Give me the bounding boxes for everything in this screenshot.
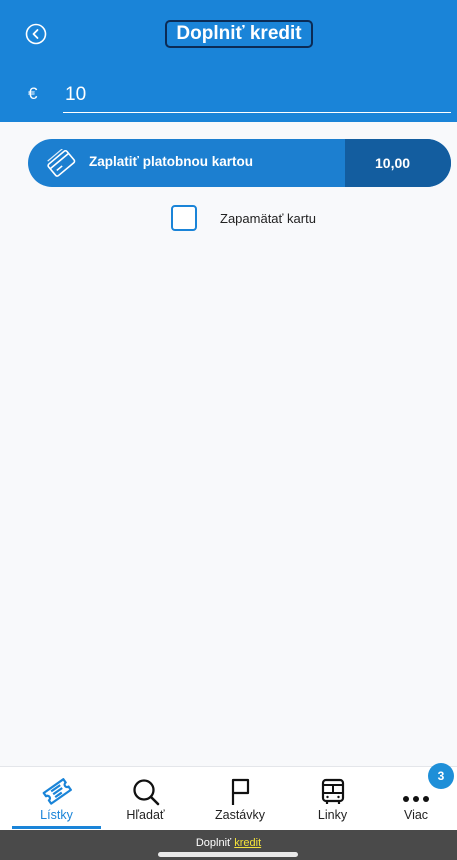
- page-title: Doplniť kredit: [165, 20, 313, 48]
- tab-label: Viac: [403, 808, 429, 822]
- ticket-icon: [42, 778, 72, 805]
- remember-card-label: Zapamätať kartu: [220, 211, 316, 226]
- credit-card-icon: [47, 149, 76, 177]
- bottom-tab-bar: Lístky Hľadať Zastávky Linky Viac: [0, 766, 457, 831]
- tab-hladat[interactable]: Hľadať: [101, 767, 190, 831]
- more-icon: [403, 796, 429, 802]
- bottom-caption-prefix: Doplniť: [195, 837, 232, 849]
- app-header: Doplniť kredit €: [0, 0, 457, 122]
- tab-label: Linky: [317, 808, 348, 822]
- home-indicator: [158, 852, 298, 857]
- bus-icon: [321, 778, 344, 804]
- amount-input[interactable]: [63, 78, 451, 113]
- flag-icon: [231, 778, 250, 805]
- bottom-caption: Doplniť kredit: [0, 837, 457, 849]
- tab-label: Hľadať: [126, 808, 165, 822]
- bottom-caption-link[interactable]: kredit: [234, 837, 261, 849]
- back-icon[interactable]: [25, 23, 47, 45]
- tab-zastavky[interactable]: Zastávky: [190, 767, 290, 831]
- currency-symbol: €: [28, 84, 38, 103]
- remember-card-checkbox[interactable]: [171, 205, 197, 231]
- amount-row: €: [0, 78, 457, 118]
- pay-button-label: Zaplatiť platobnou kartou: [89, 154, 253, 169]
- tab-label: Zastávky: [214, 808, 265, 822]
- tab-listky[interactable]: Lístky: [12, 767, 101, 831]
- pay-by-card-button[interactable]: Zaplatiť platobnou kartou 10,00: [28, 139, 451, 187]
- notification-badge: 3: [428, 763, 454, 789]
- pay-amount: 10,00: [345, 139, 451, 187]
- search-icon: [132, 779, 159, 806]
- tab-linky[interactable]: Linky: [290, 767, 375, 831]
- tab-label: Lístky: [40, 808, 73, 822]
- active-tab-indicator: [12, 826, 101, 829]
